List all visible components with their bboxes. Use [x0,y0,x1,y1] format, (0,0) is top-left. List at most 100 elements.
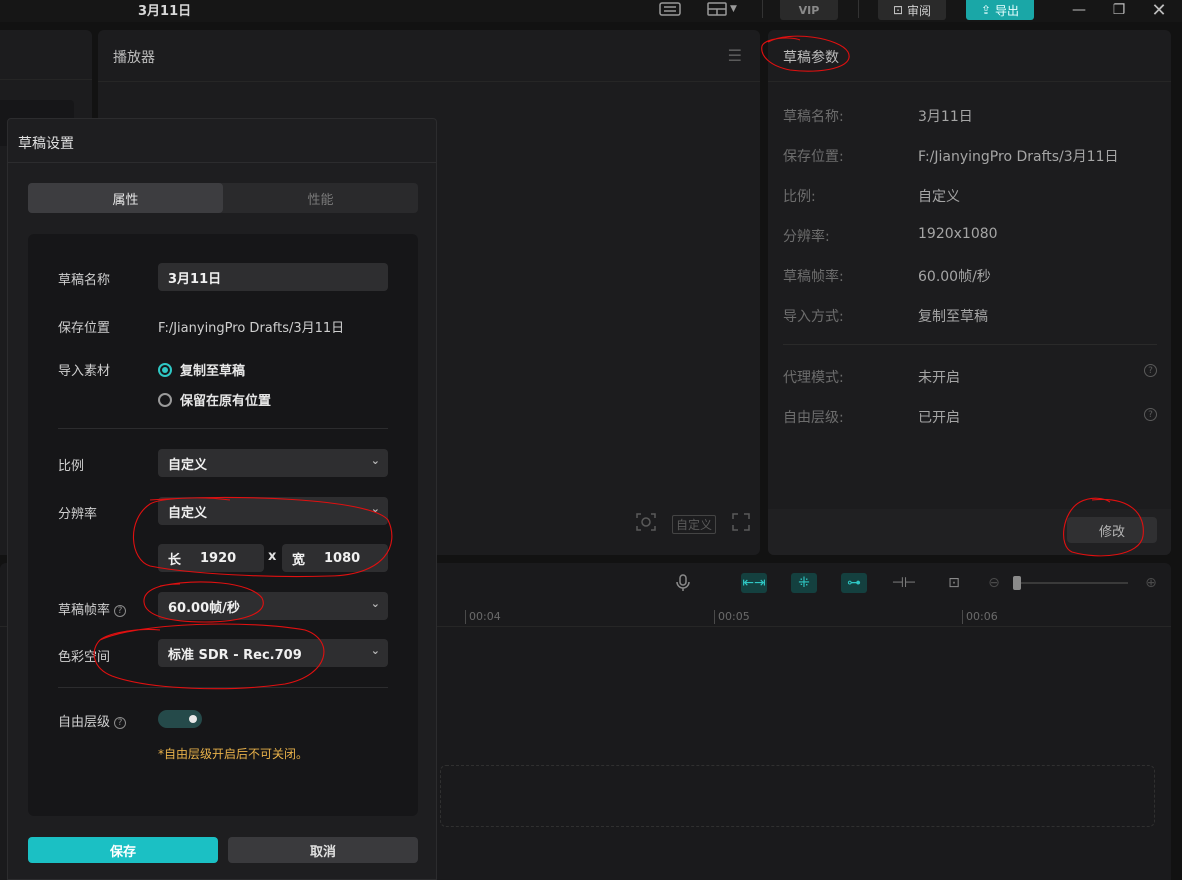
free-layer-toggle[interactable] [158,710,202,728]
minimize-icon[interactable]: — [1064,0,1094,20]
chevron-down-icon: ⌄ [370,454,380,467]
link-icon[interactable]: ⊶ [841,573,867,593]
radio-label: 保留在原有位置 [180,394,272,409]
tab-properties[interactable]: 属性 [28,183,223,213]
close-icon[interactable]: ✕ [1144,0,1174,21]
radio-copy-to-draft[interactable]: 复制至草稿 [158,360,245,379]
divider [858,0,859,18]
framerate-select-value: 60.00帧/秒 [168,600,240,616]
radio-label: 复制至草稿 [180,364,246,379]
draft-name-input[interactable]: 3月11日 [158,263,388,291]
modify-button[interactable]: 修改 [1067,517,1157,543]
zoom-slider-handle[interactable] [1013,576,1021,590]
framerate-label-text: 草稿帧率 [58,603,111,618]
param-value: 复制至草稿 [918,309,988,325]
param-label: 导入方式: [783,309,844,325]
width-value: 1920 [200,550,237,566]
draft-params-panel: 草稿参数 草稿名称: 3月11日 保存位置: F:/JianyingPro Dr… [768,30,1171,555]
param-value: 已开启 [918,410,960,426]
draft-name-label: 草稿名称 [58,273,111,288]
help-icon[interactable]: ? [1144,364,1157,377]
restore-icon[interactable]: ❐ [1104,0,1134,20]
param-label: 分辨率: [783,229,830,245]
resolution-select[interactable]: 自定义 ⌄ [158,497,388,525]
zoom-out-icon[interactable]: ⊖ [981,573,1007,593]
time-tick: 00:05 [714,610,750,624]
export-button[interactable]: ⇪ 导出 [966,0,1034,20]
title-bar: 3月11日 ▼ VIP ⊡ 审阅 ⇪ 导出 — ❐ ✕ [0,0,1182,22]
help-icon[interactable]: ? [114,604,127,617]
framerate-select[interactable]: 60.00帧/秒 ⌄ [158,592,388,620]
time-tick: 00:06 [962,610,998,624]
player-controls: 自定义 [636,513,750,535]
time-tick: 00:04 [465,610,501,624]
param-value: 60.00帧/秒 [918,269,991,285]
resolution-label: 分辨率 [58,507,98,522]
params-header: 草稿参数 [768,30,1171,82]
free-layer-label: 自由层级? [58,711,127,730]
radio-selected-icon [158,362,172,377]
width-key: 长 [168,552,182,568]
height-key: 宽 [292,552,306,568]
param-value: 3月11日 [918,109,973,125]
height-input[interactable]: 宽 1080 [282,544,388,572]
ratio-button[interactable]: 自定义 [671,514,716,534]
fullscreen-focus-icon[interactable] [636,513,656,535]
review-icon: ⊡ [892,3,904,17]
menu-icon[interactable]: ☰ [728,46,742,65]
toggle-knob [189,715,197,723]
layout-icon[interactable]: ▼ [702,0,742,18]
free-layer-label-text: 自由层级 [58,715,111,730]
params-divider [783,344,1157,345]
section-divider [58,687,388,688]
import-label: 导入素材 [58,364,111,379]
ratio-select[interactable]: 自定义 ⌄ [158,449,388,477]
save-button[interactable]: 保存 [28,837,218,863]
param-label: 保存位置: [783,149,844,165]
ratio-select-value: 自定义 [168,457,208,473]
chevron-down-icon: ⌄ [370,644,380,657]
dimension-separator: x [268,549,277,564]
vip-button[interactable]: VIP [780,0,838,20]
chevron-down-icon: ⌄ [370,502,380,515]
microphone-icon[interactable] [670,573,696,593]
media-panel-header [0,30,92,80]
zoom-slider[interactable] [1016,582,1128,584]
player-header: 播放器 ☰ [98,30,760,82]
ratio-label: 比例 [58,459,85,474]
resolution-select-value: 自定义 [168,505,208,521]
colorspace-label: 色彩空间 [58,650,111,665]
param-label: 比例: [783,189,816,205]
preview-axis-icon[interactable]: ⊡ [941,573,967,593]
save-path-value: F:/JianyingPro Drafts/3月11日 [158,321,345,336]
help-icon[interactable]: ? [1144,408,1157,421]
cancel-button[interactable]: 取消 [228,837,418,863]
help-icon[interactable]: ? [114,716,127,729]
track-drop-zone[interactable] [440,765,1155,827]
param-value: F:/JianyingPro Drafts/3月11日 [918,149,1119,165]
keyboard-icon[interactable] [658,0,682,18]
save-path-label: 保存位置 [58,321,111,336]
divider [762,0,763,18]
window-title: 3月11日 [138,4,192,19]
colorspace-select-value: 标准 SDR - Rec.709 [168,647,302,663]
param-label: 自由层级: [783,410,844,426]
dialog-title: 草稿设置 [18,136,74,152]
radio-keep-original[interactable]: 保留在原有位置 [158,390,271,409]
radio-unselected-icon [158,392,172,407]
review-button[interactable]: ⊡ 审阅 [878,0,946,20]
param-label: 草稿帧率: [783,269,844,285]
export-icon: ⇪ [980,3,992,17]
auto-snap-icon[interactable]: ⁜ [791,573,817,593]
framerate-label: 草稿帧率? [58,599,127,618]
chevron-down-icon: ⌄ [370,597,380,610]
main-track-magnet-icon[interactable]: ⇤⇥ [741,573,767,593]
player-title: 播放器 [113,50,155,66]
colorspace-select[interactable]: 标准 SDR - Rec.709 ⌄ [158,639,388,667]
zoom-in-icon[interactable]: ⊕ [1138,573,1164,593]
tab-performance[interactable]: 性能 [223,183,418,213]
fullscreen-icon[interactable] [732,513,750,535]
params-footer: 修改 [768,509,1171,555]
width-input[interactable]: 长 1920 [158,544,264,572]
split-icon[interactable]: ⊣⊢ [891,573,917,593]
